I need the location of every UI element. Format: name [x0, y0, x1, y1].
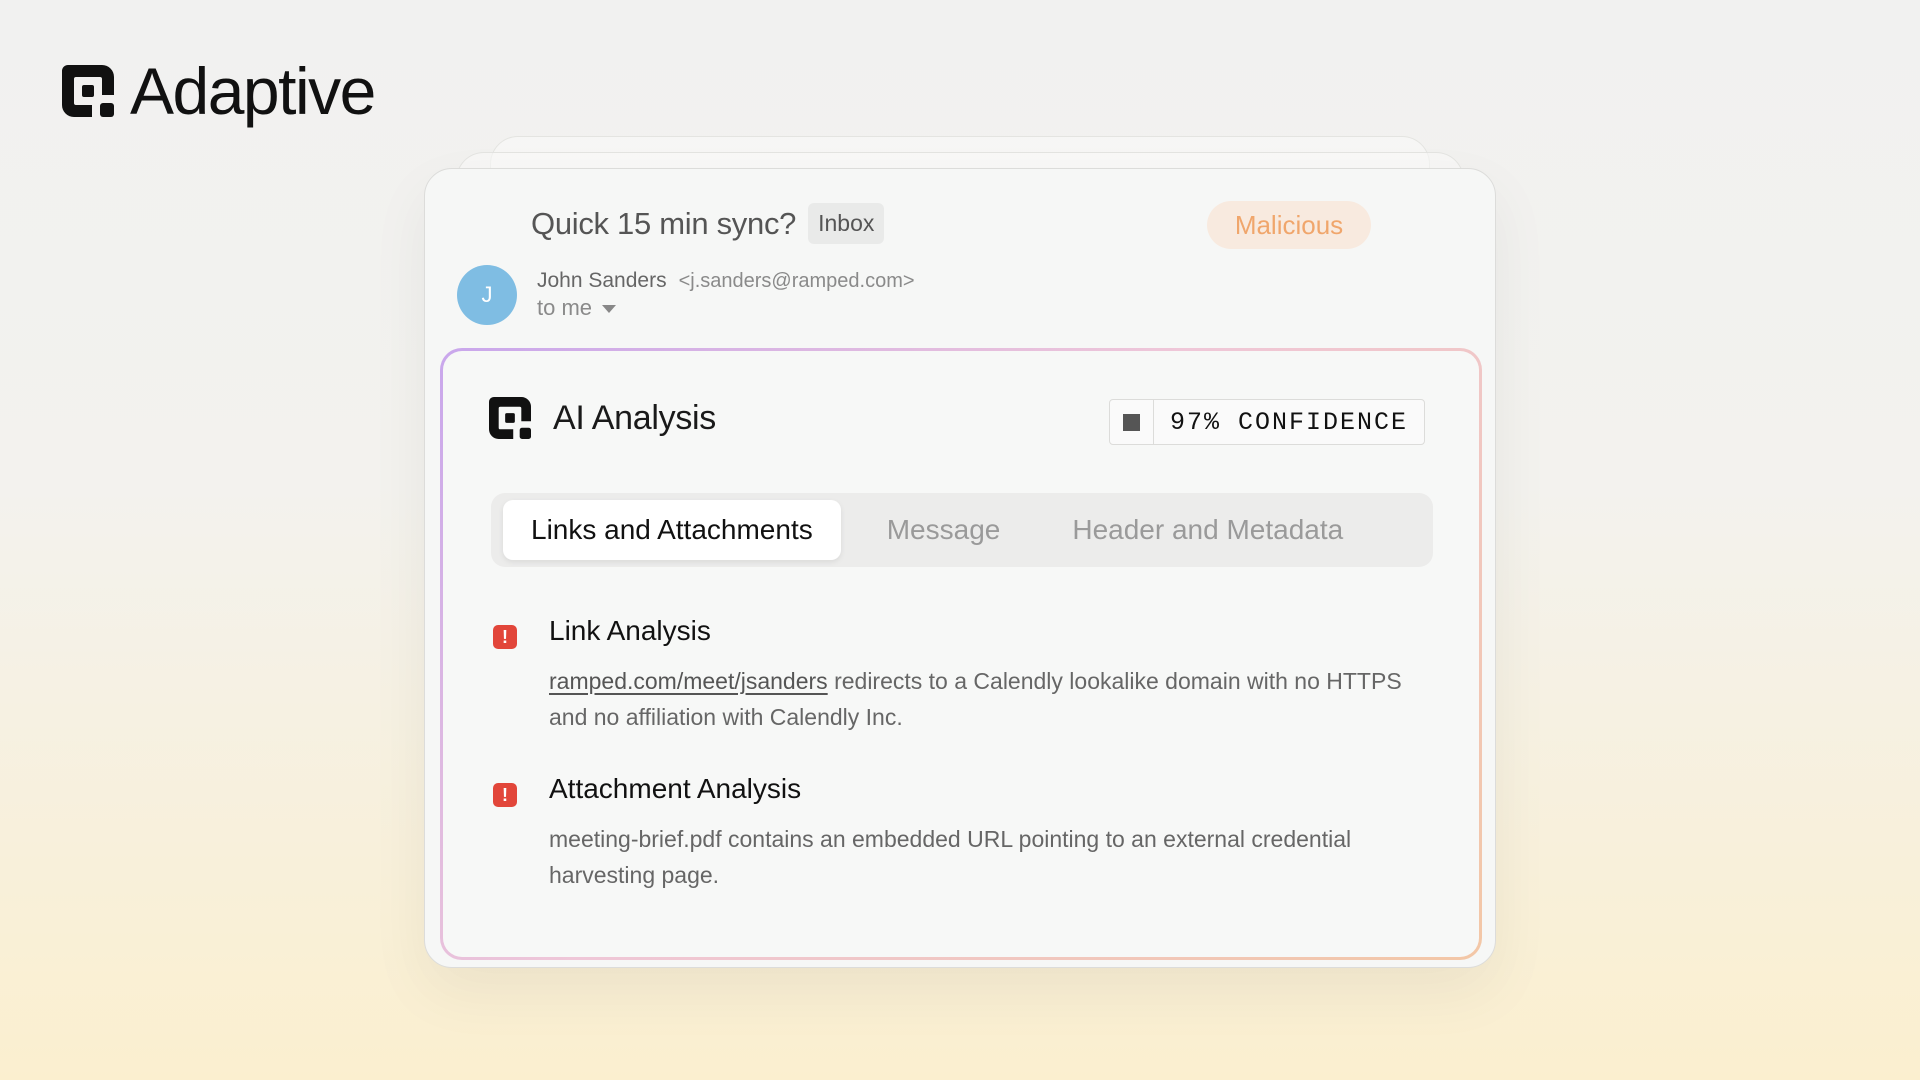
verdict-badge: Malicious — [1207, 201, 1371, 249]
ai-analysis-header: AI Analysis — [489, 397, 716, 439]
confidence-text: 97% CONFIDENCE — [1170, 407, 1409, 437]
recipient-text: to me — [537, 295, 593, 320]
alert-icon: ! — [493, 783, 517, 807]
folder-badge[interactable]: Inbox — [808, 203, 885, 244]
square-icon — [1123, 413, 1140, 431]
email-subject: Quick 15 min sync? — [531, 205, 797, 241]
brand: Adaptive — [62, 54, 376, 128]
chevron-down-icon[interactable] — [602, 305, 617, 313]
adaptive-logo-icon — [62, 65, 114, 117]
link-analysis-body: ramped.com/meet/jsanders redirects to a … — [549, 663, 1409, 735]
subject-row: Quick 15 min sync? Inbox — [531, 203, 885, 244]
sender-line: John Sanders <j.sanders@ramped.com> — [537, 269, 915, 293]
tab-message[interactable]: Message — [859, 500, 1029, 560]
ai-analysis-title: AI Analysis — [553, 398, 716, 437]
recipient-line[interactable]: to me — [537, 295, 617, 321]
suspicious-link[interactable]: ramped.com/meet/jsanders — [549, 668, 828, 694]
tab-header-and-metadata[interactable]: Header and Metadata — [1044, 500, 1371, 560]
tab-links-and-attachments[interactable]: Links and Attachments — [503, 500, 841, 560]
attachment-analysis-item: ! Attachment Analysis meeting-brief.pdf … — [493, 773, 1393, 893]
attachment-analysis-body: meeting-brief.pdf contains an embedded U… — [549, 826, 1352, 888]
adaptive-logo-icon — [489, 397, 531, 439]
attachment-analysis-title: Attachment Analysis — [549, 773, 802, 804]
ai-analysis-panel: AI Analysis 97% CONFIDENCE Links and Att… — [443, 351, 1479, 957]
brand-name: Adaptive — [130, 54, 376, 128]
confidence-badge: 97% CONFIDENCE — [1109, 399, 1426, 445]
sender-email: <j.sanders@ramped.com> — [678, 270, 915, 292]
analysis-tabs: Links and Attachments Message Header and… — [491, 493, 1433, 567]
avatar: J — [457, 265, 517, 325]
ai-analysis-panel-border: AI Analysis 97% CONFIDENCE Links and Att… — [440, 348, 1482, 960]
link-analysis-item: ! Link Analysis ramped.com/meet/jsanders… — [493, 615, 1402, 735]
confidence-icon-box — [1110, 400, 1154, 444]
alert-icon: ! — [493, 625, 517, 649]
link-analysis-title: Link Analysis — [549, 615, 711, 646]
sender-name: John Sanders — [537, 269, 667, 292]
